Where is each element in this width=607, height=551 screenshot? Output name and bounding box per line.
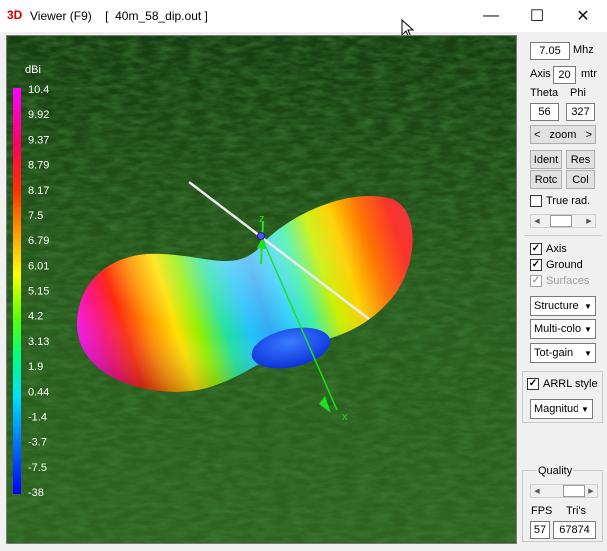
axis-length-unit-label: mtr (581, 68, 597, 80)
app-3d-icon[interactable]: 3D (7, 8, 22, 22)
surfaces-checkbox: ✓ Surfaces (530, 275, 589, 287)
minimize-button[interactable]: — (468, 0, 514, 32)
gain-type-select-value: Tot-gain (534, 347, 574, 359)
close-button[interactable]: ✕ (560, 0, 606, 32)
divider (524, 235, 601, 236)
legend-tick-label: 7.5 (28, 210, 43, 222)
legend-tick-label: 8.17 (28, 185, 49, 197)
res-button[interactable]: Res (566, 150, 595, 169)
chevron-down-icon[interactable]: ▼ (578, 400, 592, 418)
window-title: Viewer (F9) [ 40m_58_dip.out ] (30, 9, 208, 23)
col-button[interactable]: Col (566, 170, 595, 189)
pattern-canvas[interactable]: z x dBi 10.4 9.92 9.37 8.79 8.17 7.5 6.79 6.01 5… (7, 36, 517, 544)
ident-button[interactable]: Ident (530, 150, 562, 169)
legend-unit: dBi (25, 64, 41, 76)
quality-slider-thumb[interactable] (563, 485, 585, 497)
quality-label: Quality (536, 465, 575, 477)
structure-select-value: Structure (534, 300, 579, 312)
legend-color-bar (13, 88, 21, 494)
zoom-in-button[interactable]: > (586, 129, 592, 141)
true-rad-checkbox-box[interactable] (530, 195, 542, 207)
true-rad-slider-thumb[interactable] (550, 215, 572, 227)
tris-value: 67874 (553, 521, 596, 539)
rotc-button[interactable]: Rotc (530, 170, 562, 189)
true-rad-slider[interactable]: ◀ ▶ (530, 214, 596, 228)
legend-tick-label: 9.37 (28, 134, 49, 146)
legend-tick-label: 3.13 (28, 336, 49, 348)
slider-right-arrow-icon[interactable]: ▶ (583, 215, 595, 227)
ground-checkbox-label: Ground (546, 259, 583, 271)
chevron-down-icon[interactable]: ▼ (581, 297, 595, 315)
ground-checkbox-box[interactable]: ✓ (530, 259, 542, 271)
ground-checkbox[interactable]: ✓ Ground (530, 259, 583, 271)
true-rad-checkbox[interactable]: True rad. (530, 195, 590, 207)
theta-label: Theta (530, 87, 559, 99)
slider-right-arrow-icon[interactable]: ▶ (585, 485, 597, 497)
legend-tick-label: -1.4 (28, 411, 47, 423)
axis-checkbox-box[interactable]: ✓ (530, 243, 542, 255)
axis-length-field[interactable]: 20 (553, 66, 576, 84)
legend-tick-label: 9.92 (28, 109, 49, 121)
zoom-label: zoom (549, 128, 577, 141)
frequency-field[interactable]: 7.05 (530, 42, 570, 60)
chevron-down-icon[interactable]: ▼ (581, 344, 595, 362)
legend-tick-label: 6.01 (28, 260, 49, 272)
z-axis-label: z (259, 213, 265, 225)
control-panel: 7.05 Mhz Axis 20 mtr Theta Phi 56 327 < … (520, 35, 605, 544)
legend-tick-label: 0.44 (28, 386, 49, 398)
magnitude-select[interactable]: Magnitude ▼ (530, 399, 593, 419)
phi-field[interactable]: 327 (566, 103, 595, 121)
legend-tick-label: -7.5 (28, 462, 47, 474)
zoom-control: < zoom > (530, 125, 596, 144)
maximize-button[interactable]: ☐ (514, 0, 560, 32)
title-bar: 3D Viewer (F9) [ 40m_58_dip.out ] — ☐ ✕ (0, 0, 607, 39)
gain-type-select[interactable]: Tot-gain ▼ (530, 343, 596, 363)
legend-tick-label: 6.79 (28, 235, 49, 247)
legend-tick-label: 4.2 (28, 311, 43, 323)
chevron-down-icon[interactable]: ▼ (581, 320, 595, 338)
frequency-unit-label: Mhz (573, 44, 594, 56)
magnitude-select-value: Magnitude (534, 403, 578, 415)
arrl-style-label: ARRL style (543, 378, 598, 390)
structure-select[interactable]: Structure ▼ (530, 296, 596, 316)
legend-tick-label: -38 (28, 487, 44, 499)
legend-tick-label: 1.9 (28, 361, 43, 373)
quality-slider[interactable]: ◀ ▶ (530, 484, 598, 498)
slider-left-arrow-icon[interactable]: ◀ (531, 215, 543, 227)
legend-tick-label: 10.4 (28, 84, 49, 96)
legend-tick-label: 5.15 (28, 286, 49, 298)
3d-viewport[interactable]: z x dBi 10.4 9.92 9.37 8.79 8.17 7.5 6.79 6.01 5… (6, 35, 517, 544)
slider-left-arrow-icon[interactable]: ◀ (531, 485, 543, 497)
zoom-out-button[interactable]: < (534, 129, 540, 141)
true-rad-label: True rad. (546, 195, 591, 207)
color-mode-select[interactable]: Multi-color ▼ (530, 319, 596, 339)
legend-tick-label: 8.79 (28, 160, 49, 172)
surfaces-checkbox-label: Surfaces (546, 275, 590, 287)
theta-field[interactable]: 56 (530, 103, 559, 121)
axis-length-label: Axis (530, 68, 551, 80)
fps-value: 57 (530, 521, 550, 539)
color-mode-select-value: Multi-color (534, 323, 581, 335)
phi-label: Phi (570, 87, 586, 99)
arrl-style-checkbox-box[interactable]: ✓ (527, 378, 539, 390)
fps-label: FPS (531, 505, 553, 517)
axis-checkbox-label: Axis (546, 243, 567, 255)
tris-label: Tri's (566, 505, 587, 517)
axis-checkbox[interactable]: ✓ Axis (530, 243, 567, 255)
arrl-style-checkbox[interactable]: ✓ ARRL style (527, 378, 598, 390)
x-axis-label: x (342, 411, 348, 423)
legend-tick-label: -3.7 (28, 437, 47, 449)
surfaces-checkbox-box: ✓ (530, 275, 542, 287)
